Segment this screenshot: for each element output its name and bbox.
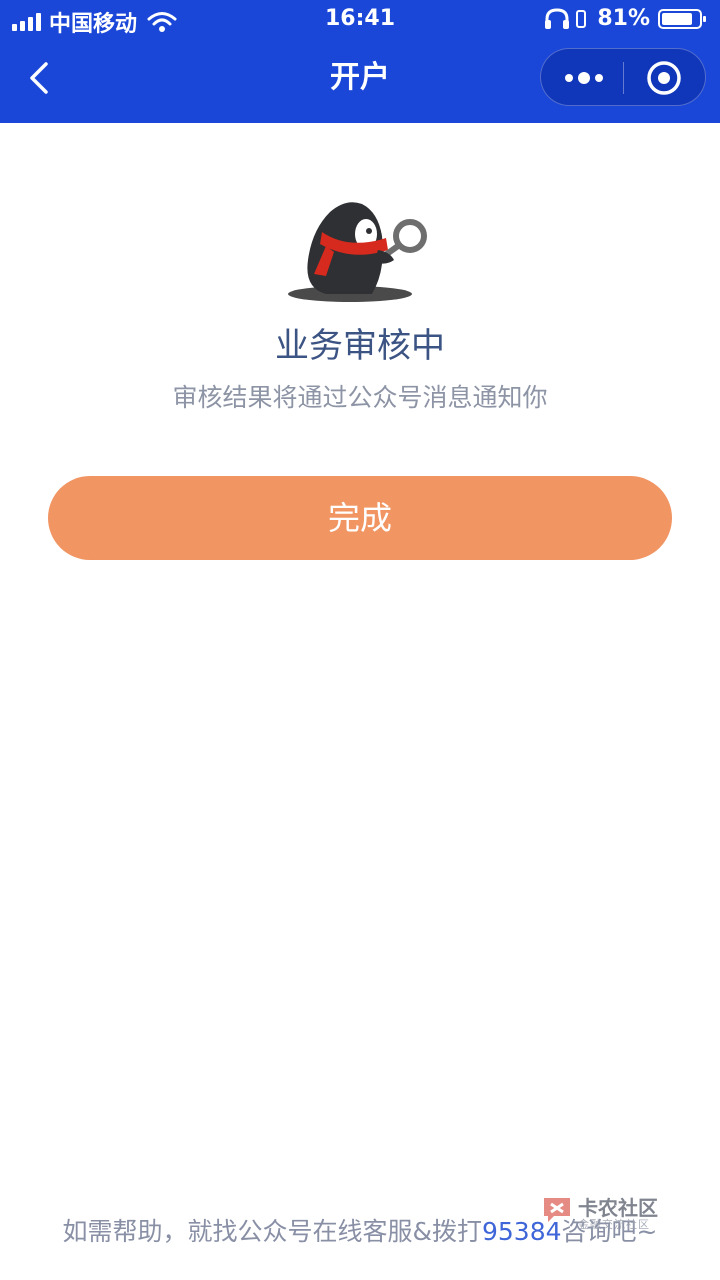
battery-percent: 81% <box>597 6 650 31</box>
review-status-subtitle: 审核结果将通过公众号消息通知你 <box>172 383 548 412</box>
watermark-logo-icon <box>544 1198 570 1222</box>
capsule-divider <box>623 62 624 94</box>
status-bar: 中国移动 16:41 81% <box>0 0 720 40</box>
orientation-lock-icon <box>576 9 587 28</box>
mini-program-capsule <box>540 48 706 106</box>
help-text-prefix: 如需帮助，就找公众号在线客服&拨打 <box>62 1217 483 1246</box>
battery-icon <box>658 8 706 29</box>
watermark-subtitle: 金融交流社区 <box>578 1218 650 1231</box>
top-bar: 中国移动 16:41 81% 开户 <box>0 0 720 123</box>
status-right: 81% <box>543 6 708 31</box>
close-mini-program-icon[interactable] <box>645 59 683 97</box>
review-status-title: 业务审核中 <box>275 326 445 366</box>
nav-bar: 开户 <box>0 44 720 114</box>
more-icon[interactable] <box>561 67 607 89</box>
community-watermark: 卡农社区 金融交流社区 <box>540 1190 670 1236</box>
headphones-icon <box>545 7 570 29</box>
done-button[interactable]: 完成 <box>48 476 672 560</box>
penguin-mascot-illustration <box>288 202 427 302</box>
